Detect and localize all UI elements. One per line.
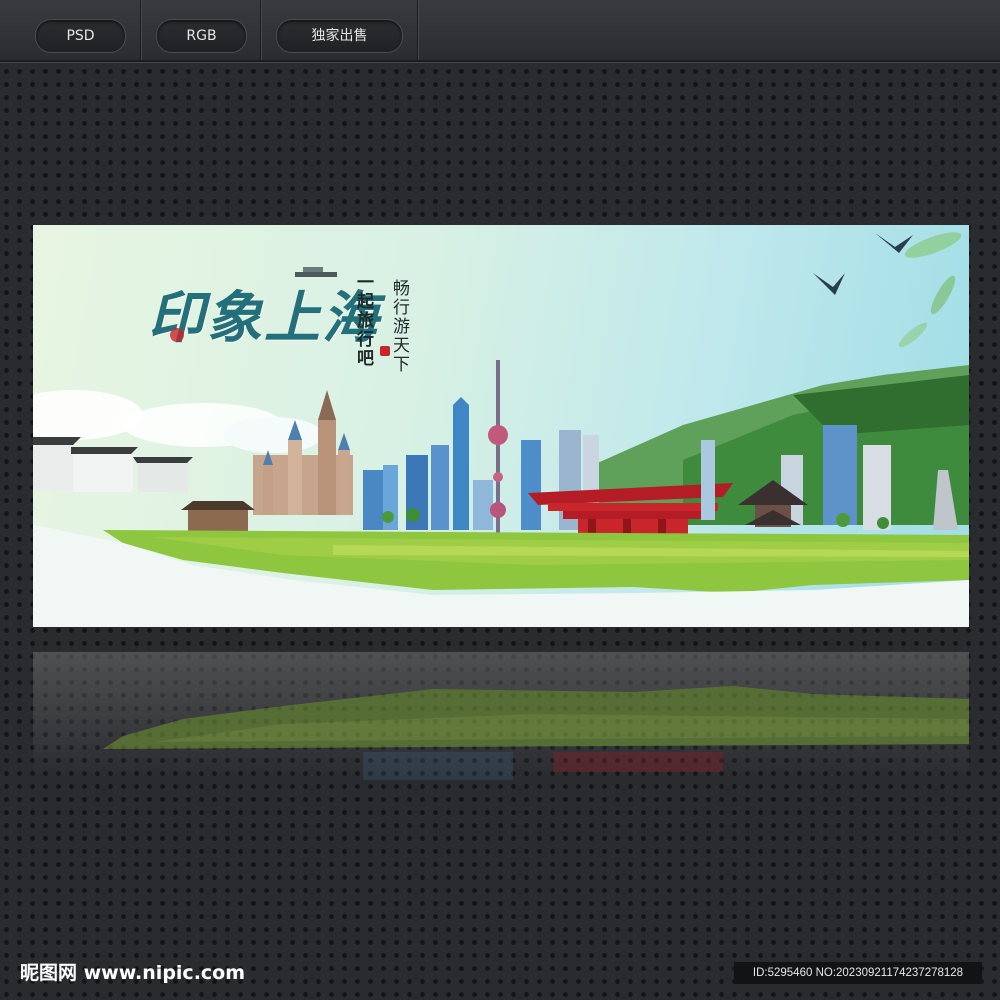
site-logo: 昵图网 www.nipic.com (20, 962, 246, 984)
red-seal-mark (380, 346, 390, 356)
red-seal-mark (170, 328, 184, 342)
image-id-label: ID:5295460 NO:20230921174237278128 (734, 962, 982, 984)
banner-reflection (33, 652, 969, 780)
shanghai-banner: 印象上海 一起旅行吧 畅行游天下 (33, 225, 969, 627)
toolbar-tab: PSD (0, 0, 141, 60)
toolbar-tab: RGB (140, 0, 261, 60)
banner-title: 印象上海 (148, 285, 380, 351)
reflection-artwork (103, 686, 969, 780)
banner-tagline-two: 畅行游天下 (389, 279, 409, 374)
exclusive-badge: 独家出售 (276, 19, 403, 53)
preview-page: PSD RGB 独家出售 印象上海 一起旅行吧 畅行游天下 昵图网 www.ni… (0, 0, 1000, 1000)
rgb-badge: RGB (156, 19, 247, 53)
format-toolbar: PSD RGB 独家出售 (0, 0, 1000, 62)
banner-tagline-one: 一起旅行吧 (353, 273, 373, 368)
toolbar-tab: 独家出售 (260, 0, 418, 60)
psd-badge: PSD (35, 19, 126, 53)
